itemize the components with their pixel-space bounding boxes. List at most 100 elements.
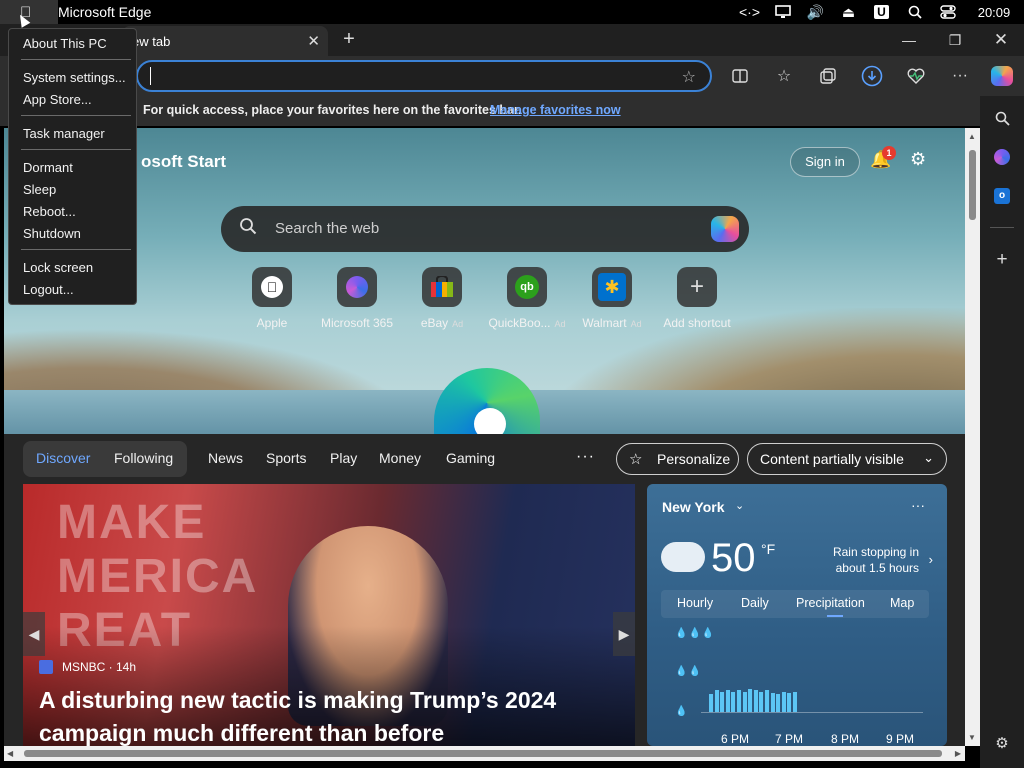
control-center-icon[interactable]	[931, 0, 964, 24]
u-app-icon[interactable]: U	[865, 0, 898, 24]
sidebar-settings-icon[interactable]: ⚙	[990, 731, 1014, 755]
weather-city[interactable]: New York	[662, 499, 725, 515]
precipitation-bar	[781, 692, 786, 712]
story-headline[interactable]: A disturbing new tactic is making Trump’…	[39, 684, 619, 746]
sidebar-copilot-icon[interactable]	[990, 145, 1014, 169]
restore-button[interactable]: ❐	[932, 24, 978, 56]
sidebar-add-icon[interactable]: +	[990, 248, 1014, 272]
manage-favorites-link[interactable]: Manage favorites now	[490, 103, 621, 117]
shortcut-quickbooks[interactable]: qb QuickBoo... Ad	[482, 267, 572, 330]
sidebar-outlook-icon[interactable]: o	[990, 184, 1014, 208]
text-caret	[150, 67, 151, 85]
menu-app-store[interactable]: App Store...	[23, 92, 92, 107]
shortcut-label: eBay	[420, 316, 449, 330]
tab-play[interactable]: Play	[330, 450, 357, 466]
rain-cloud-icon	[661, 542, 705, 572]
shortcut-label: Walmart	[582, 316, 627, 330]
downloads-icon[interactable]	[860, 64, 884, 88]
new-tab-button[interactable]: +	[336, 28, 362, 52]
sidebar-search-icon[interactable]	[990, 106, 1014, 130]
volume-icon[interactable]: 🔊	[799, 0, 832, 24]
chart-baseline	[701, 712, 923, 713]
weather-more-icon[interactable]: ···	[911, 497, 925, 513]
menu-about-this-pc[interactable]: About This PC	[23, 36, 107, 51]
rain-forecast[interactable]: Rain stopping in about 1.5 hours	[833, 544, 919, 576]
tab-discover[interactable]: Discover	[36, 450, 90, 466]
precipitation-bar	[742, 692, 747, 712]
hero-story-card[interactable]: MAKE MERICA REAT ◀ ▶ MSNBC · 14h A distu…	[23, 484, 635, 746]
horizontal-scroll-thumb[interactable]	[24, 750, 942, 757]
tab-money[interactable]: Money	[379, 450, 421, 466]
copilot-search-icon[interactable]	[711, 216, 739, 242]
shortcut-ebay[interactable]: eBay Ad	[397, 267, 487, 330]
light-rain-icon: 💧	[675, 706, 689, 717]
tab-sports[interactable]: Sports	[266, 450, 306, 466]
chevron-right-icon[interactable]: ›	[929, 552, 933, 567]
web-search-box[interactable]: Search the web	[221, 206, 749, 252]
favorite-star-icon[interactable]: ☆	[682, 67, 696, 87]
vertical-scrollbar[interactable]: ▲ ▼	[965, 128, 980, 746]
tab-following[interactable]: Following	[114, 450, 173, 466]
page-settings-icon[interactable]: ⚙	[910, 149, 926, 170]
more-options-icon[interactable]: ···	[948, 64, 972, 88]
tab-map[interactable]: Map	[890, 596, 914, 610]
screen:  Microsoft Edge <·> 🔊 ⏏ U 20:09 ew tab	[0, 0, 1024, 768]
scroll-right-arrow[interactable]: ▶	[955, 749, 961, 758]
weather-unit: °F	[761, 541, 776, 557]
rain-line-2: about 1.5 hours	[835, 561, 919, 575]
scroll-left-arrow[interactable]: ◀	[7, 749, 13, 758]
menu-sleep[interactable]: Sleep	[23, 182, 56, 197]
collections-icon[interactable]	[816, 64, 840, 88]
scroll-down-arrow[interactable]: ▼	[968, 733, 976, 742]
browser-essentials-icon[interactable]	[904, 64, 928, 88]
split-screen-icon[interactable]	[728, 64, 752, 88]
tab-precipitation[interactable]: Precipitation	[796, 596, 865, 610]
search-icon	[239, 217, 257, 240]
menu-lock-screen[interactable]: Lock screen	[23, 260, 93, 275]
close-window-button[interactable]: ✕	[978, 24, 1024, 56]
address-bar[interactable]: ☆	[136, 60, 712, 92]
favorites-bar-message: For quick access, place your favorites h…	[143, 103, 522, 117]
sign-in-button[interactable]: Sign in	[790, 147, 860, 177]
shortcut-label: QuickBoo...	[488, 316, 551, 330]
tab-new-tab[interactable]: ew tab ✕	[122, 26, 328, 56]
menu-shutdown[interactable]: Shutdown	[23, 226, 81, 241]
shortcut-walmart[interactable]: ✱ Walmart Ad	[567, 267, 657, 330]
menu-reboot[interactable]: Reboot...	[23, 204, 76, 219]
close-tab-icon[interactable]: ✕	[307, 32, 320, 50]
source-text: MSNBC · 14h	[62, 660, 137, 674]
add-glyph: +	[689, 273, 704, 300]
menu-dormant[interactable]: Dormant	[23, 160, 73, 175]
menu-task-manager[interactable]: Task manager	[23, 126, 105, 141]
copilot-icon[interactable]	[990, 64, 1014, 88]
shortcut-add[interactable]: + Add shortcut	[652, 267, 742, 330]
tab-hourly[interactable]: Hourly	[677, 596, 713, 610]
scroll-up-arrow[interactable]: ▲	[968, 132, 976, 141]
minimize-button[interactable]: —	[886, 24, 932, 56]
weather-card: New York ⌄ ··· 50 °F Rain stopping in ab…	[647, 484, 947, 746]
search-icon[interactable]	[898, 0, 931, 24]
tab-daily[interactable]: Daily	[741, 596, 769, 610]
shortcut-microsoft-365[interactable]: Microsoft 365	[312, 267, 402, 330]
menu-logout[interactable]: Logout...	[23, 282, 74, 297]
chevron-down-icon: ⌄	[923, 450, 934, 465]
heavy-rain-icon: 💧💧💧	[675, 628, 716, 639]
more-categories-button[interactable]: ···	[576, 448, 595, 466]
content-visibility-dropdown[interactable]: Content partially visible ⌄	[747, 443, 947, 475]
personalize-button[interactable]: ☆ Personalize	[616, 443, 739, 475]
code-icon[interactable]: <·>	[733, 0, 766, 24]
shortcut-apple[interactable]:  Apple	[227, 267, 317, 330]
favorites-icon[interactable]: ☆	[772, 64, 796, 88]
tab-news[interactable]: News	[208, 450, 243, 466]
eject-icon[interactable]: ⏏	[832, 0, 865, 24]
carousel-next-button[interactable]: ▶	[613, 612, 635, 656]
city-chevron-icon[interactable]: ⌄	[735, 499, 744, 512]
display-icon[interactable]	[766, 0, 799, 24]
tab-gaming[interactable]: Gaming	[446, 450, 495, 466]
horizontal-scrollbar[interactable]: ◀ ▶	[4, 746, 965, 761]
microsoft-start-brand[interactable]: osoft Start	[141, 152, 226, 172]
sidebar-divider	[990, 227, 1014, 228]
menu-system-settings[interactable]: System settings...	[23, 70, 126, 85]
vertical-scroll-thumb[interactable]	[969, 150, 976, 220]
carousel-prev-button[interactable]: ◀	[23, 612, 45, 656]
